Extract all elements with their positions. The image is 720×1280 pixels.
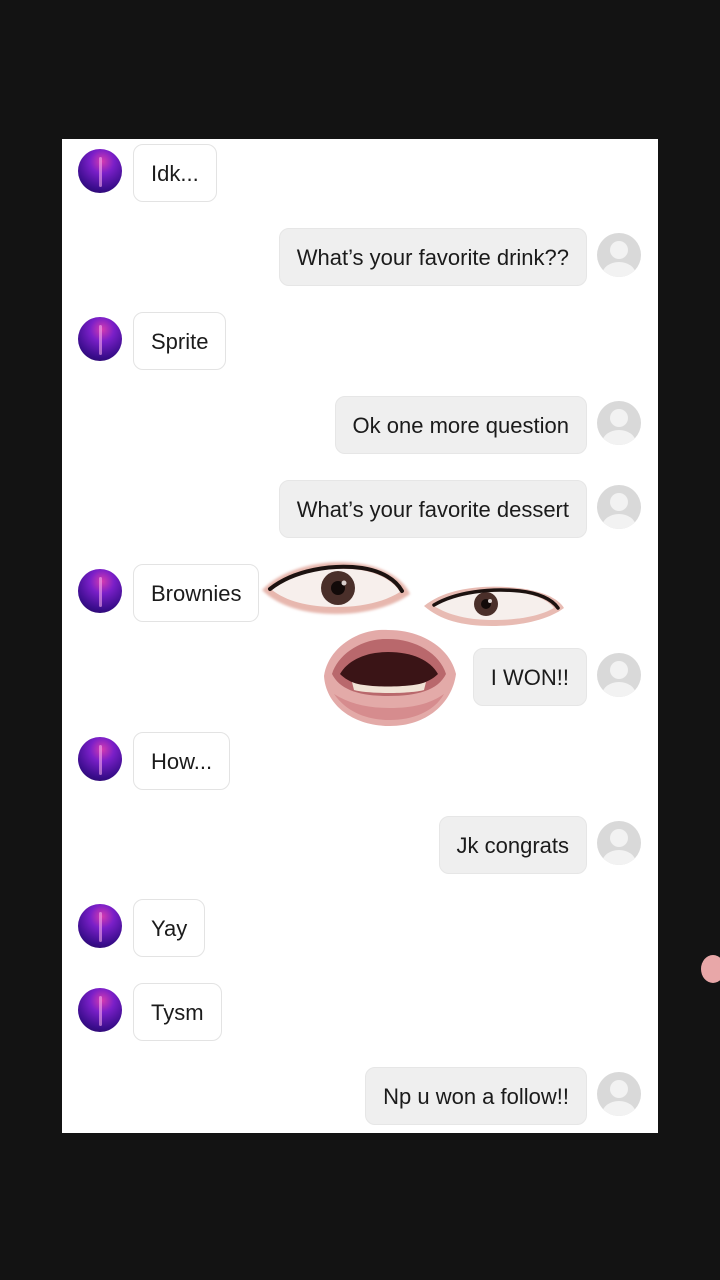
avatar-them[interactable]	[78, 737, 122, 781]
message-row-me: What’s your favorite drink??	[62, 228, 658, 288]
message-bubble[interactable]: How...	[133, 732, 231, 790]
avatar-them[interactable]	[78, 904, 122, 948]
message-bubble[interactable]: Sprite	[133, 312, 227, 370]
message-bubble[interactable]: Ok one more question	[334, 396, 587, 454]
message-bubble[interactable]: Yay	[133, 899, 206, 957]
avatar-them[interactable]	[78, 149, 122, 193]
avatar-them[interactable]	[78, 569, 122, 613]
message-row-me: Jk congrats	[62, 816, 658, 876]
message-bubble[interactable]: Idk...	[133, 144, 217, 202]
message-bubble[interactable]: Jk congrats	[438, 816, 587, 874]
message-row-them: Tysm	[62, 983, 658, 1043]
message-bubble[interactable]: Tysm	[133, 983, 222, 1041]
message-row-me: Ok one more question	[62, 396, 658, 456]
eye-sticker-right	[424, 586, 564, 626]
message-bubble[interactable]: Brownies	[133, 564, 260, 622]
avatar-me[interactable]	[597, 233, 641, 277]
message-bubble[interactable]: What’s your favorite drink??	[278, 228, 587, 286]
message-row-them: How...	[62, 732, 658, 792]
message-bubble[interactable]: I WON!!	[472, 648, 587, 706]
avatar-me[interactable]	[597, 401, 641, 445]
avatar-me[interactable]	[597, 821, 641, 865]
message-row-them: Sprite	[62, 312, 658, 372]
eye-sticker-left	[262, 562, 410, 614]
avatar-me[interactable]	[597, 653, 641, 697]
avatar-me[interactable]	[597, 485, 641, 529]
mouth-sticker	[324, 629, 456, 726]
message-row-me: Np u won a follow!!	[62, 1067, 658, 1127]
message-row-them: Idk...	[62, 144, 658, 204]
avatar-them[interactable]	[78, 317, 122, 361]
pink-sticker-fragment	[701, 955, 720, 983]
message-row-them: Yay	[62, 899, 658, 959]
avatar-them[interactable]	[78, 988, 122, 1032]
screen: Idk... What’s your favorite drink?? Spri…	[0, 0, 720, 1280]
message-bubble[interactable]: Np u won a follow!!	[365, 1067, 587, 1125]
avatar-me[interactable]	[597, 1072, 641, 1116]
message-row-me: What’s your favorite dessert	[62, 480, 658, 540]
message-bubble[interactable]: What’s your favorite dessert	[278, 480, 587, 538]
